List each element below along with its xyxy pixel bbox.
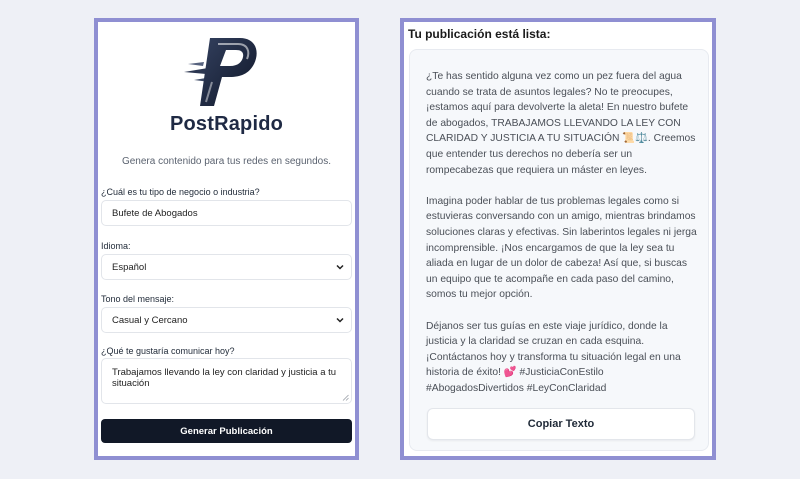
post-paragraph: ¿Te has sentido alguna vez como un pez f… (426, 71, 696, 176)
chevron-down-icon (336, 317, 344, 323)
postrapido-logo-icon (184, 38, 257, 106)
generated-post-text: ¿Te has sentido alguna vez como un pez f… (426, 69, 698, 396)
tagline: Genera contenido para tus redes en segun… (121, 156, 332, 167)
tone-select-value: Casual y Cercano (112, 314, 188, 326)
result-panel: Tu publicación está lista: ¿Te has senti… (400, 18, 716, 460)
tone-select[interactable]: Casual y Cercano (101, 307, 352, 333)
message-textarea[interactable]: Trabajamos llevando la ley con claridad … (101, 358, 352, 404)
language-label: Idioma: (101, 241, 131, 251)
generator-panel: PostRapido Genera contenido para tus red… (94, 18, 359, 460)
business-label: ¿Cuál es tu tipo de negocio o industria? (101, 187, 260, 197)
post-paragraph: Imagina poder hablar de tus problemas le… (426, 195, 697, 301)
business-input[interactable]: Bufete de Abogados (101, 200, 352, 226)
resize-grip-icon[interactable] (342, 394, 349, 401)
generate-post-button[interactable]: Generar Publicación (101, 419, 352, 443)
language-select[interactable]: Español (101, 254, 352, 280)
result-title: Tu publicación está lista: (408, 27, 551, 41)
result-card: ¿Te has sentido alguna vez como un pez f… (409, 49, 709, 451)
language-select-value: Español (112, 261, 147, 273)
chevron-down-icon (336, 264, 344, 270)
message-label: ¿Qué te gustaría comunicar hoy? (101, 346, 235, 356)
business-input-value: Bufete de Abogados (112, 207, 198, 219)
copy-text-button[interactable]: Copiar Texto (427, 408, 695, 440)
message-textarea-value: Trabajamos llevando la ley con claridad … (112, 367, 337, 389)
brand-name: PostRapido (169, 113, 284, 135)
post-paragraph: Déjanos ser tus guías en este viaje jurí… (426, 320, 681, 394)
tone-label: Tono del mensaje: (101, 294, 175, 304)
